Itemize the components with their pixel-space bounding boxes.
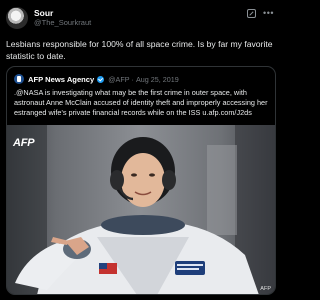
author-handle[interactable]: @The_Sourkraut xyxy=(34,18,91,28)
tweet-header: Sour @The_Sourkraut ••• xyxy=(6,5,276,31)
quoted-separator: · xyxy=(131,74,134,84)
photo-credit: AFP xyxy=(260,286,271,292)
quoted-display-name[interactable]: AFP News Agency xyxy=(28,75,94,84)
quoted-date: Aug 25, 2019 xyxy=(135,74,179,84)
quoted-text: .@NASA is investigating what may be the … xyxy=(14,88,268,117)
more-icon[interactable]: ••• xyxy=(263,9,274,18)
tweet-text: Lesbians responsible for 100% of all spa… xyxy=(6,39,273,61)
verified-icon xyxy=(97,75,105,83)
quoted-tweet[interactable]: AFP News Agency @AFP · Aug 25, 2019 .@NA… xyxy=(6,66,276,295)
quoted-handle: @AFP xyxy=(108,74,130,84)
avatar[interactable] xyxy=(6,7,28,29)
author-names[interactable]: Sour @The_Sourkraut xyxy=(34,8,91,28)
astronaut-illustration xyxy=(7,125,275,294)
author-display-name[interactable]: Sour xyxy=(34,8,91,18)
afp-logo: AFP xyxy=(13,137,35,149)
quoted-photo[interactable]: AFP AFP xyxy=(7,125,275,294)
quoted-header: AFP News Agency @AFP · Aug 25, 2019 xyxy=(14,73,179,85)
header-actions: ••• xyxy=(247,9,274,18)
grok-icon[interactable] xyxy=(247,9,257,18)
quoted-avatar[interactable] xyxy=(14,74,24,84)
